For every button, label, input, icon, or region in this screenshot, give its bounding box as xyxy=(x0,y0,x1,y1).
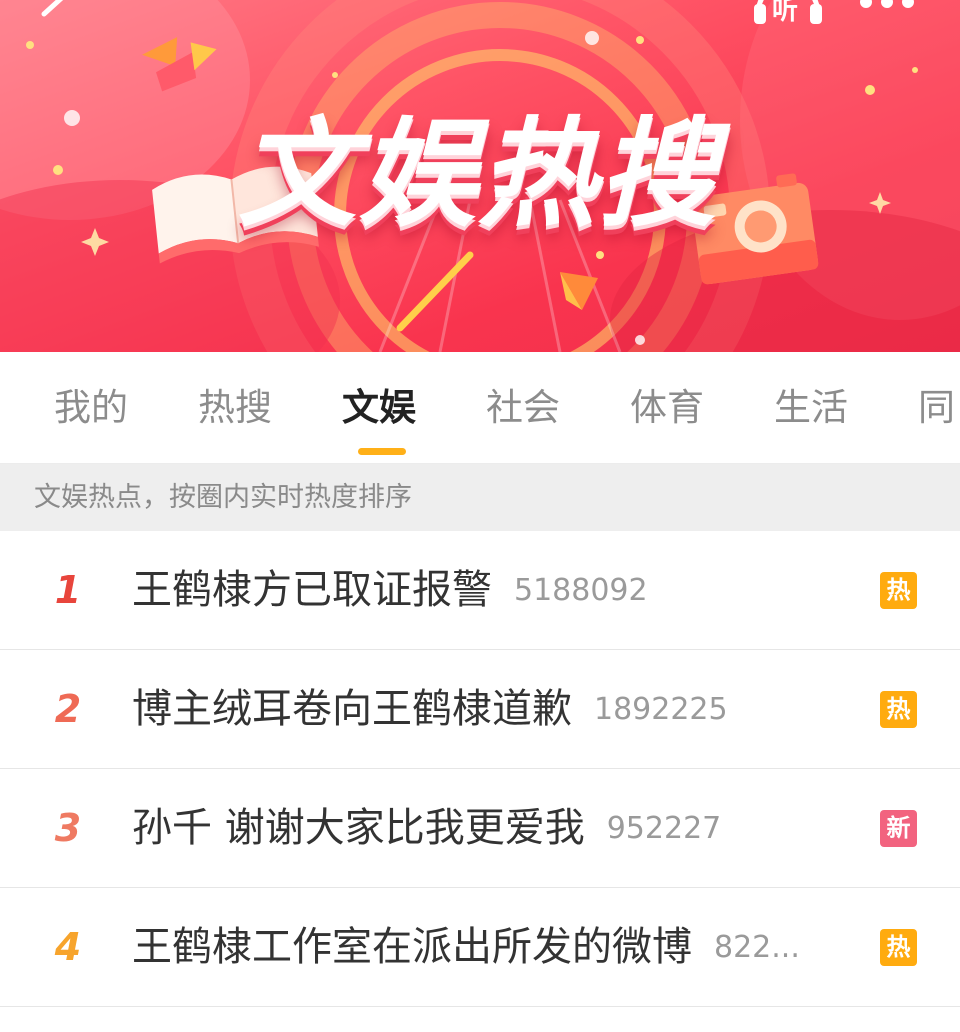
hot-badge: 热 xyxy=(880,691,917,728)
tab-mine[interactable]: 我的 xyxy=(54,380,128,436)
new-badge: 新 xyxy=(880,810,917,847)
tab-life[interactable]: 生活 xyxy=(774,380,848,436)
item-title: 博主绒耳卷向王鹤棣道歉 xyxy=(132,686,572,732)
more-button[interactable] xyxy=(852,0,922,14)
list-item[interactable]: 4 王鹤棣工作室在派出所发的微博 822... 热 xyxy=(0,888,960,1007)
item-title: 王鹤棣工作室在派出所发的微博 xyxy=(132,924,692,970)
banner: 听 文娱热搜 xyxy=(0,0,960,352)
back-arrow-icon xyxy=(41,0,64,17)
list-description-text: 文娱热点，按圈内实时热度排序 xyxy=(34,482,412,513)
more-dots-icon xyxy=(860,0,914,8)
rank-number: 2 xyxy=(54,687,82,731)
item-content: 博主绒耳卷向王鹤棣道歉 1892225 xyxy=(132,650,832,769)
hot-badge: 热 xyxy=(880,929,917,966)
hot-search-list: 1 王鹤棣方已取证报警 5188092 热 2 博主绒耳卷向王鹤棣道歉 189222… xyxy=(0,531,960,1007)
heat-count: 952227 xyxy=(606,811,722,846)
rank-number: 1 xyxy=(54,568,82,612)
list-description: 文娱热点，按圈内实时热度排序 xyxy=(0,464,960,531)
item-content: 王鹤棣方已取证报警 5188092 xyxy=(132,531,832,650)
heat-count: 1892225 xyxy=(594,692,728,727)
active-tab-indicator xyxy=(358,448,406,455)
heat-count: 5188092 xyxy=(514,573,648,608)
listen-label: 听 xyxy=(772,0,799,26)
category-tabs: 我的 热搜 文娱 社会 体育 生活 同 xyxy=(0,352,960,464)
item-title: 王鹤棣方已取证报警 xyxy=(132,567,492,613)
rank-number: 3 xyxy=(54,806,82,850)
tab-entertainment[interactable]: 文娱 xyxy=(342,380,416,436)
rank-number: 4 xyxy=(54,925,82,969)
heat-count: 822... xyxy=(714,930,800,965)
tab-society[interactable]: 社会 xyxy=(486,380,560,436)
item-title: 孙千 谢谢大家比我更爱我 xyxy=(132,805,585,851)
list-item[interactable]: 1 王鹤棣方已取证报警 5188092 热 xyxy=(0,531,960,650)
hot-badge: 热 xyxy=(880,572,917,609)
tab-hot[interactable]: 热搜 xyxy=(198,380,272,436)
listen-button[interactable]: 听 xyxy=(752,0,824,26)
list-item[interactable]: 2 博主绒耳卷向王鹤棣道歉 1892225 热 xyxy=(0,650,960,769)
item-content: 孙千 谢谢大家比我更爱我 952227 xyxy=(132,769,832,888)
back-button[interactable] xyxy=(26,0,76,34)
item-content: 王鹤棣工作室在派出所发的微博 822... xyxy=(132,888,832,1007)
list-item[interactable]: 3 孙千 谢谢大家比我更爱我 952227 新 xyxy=(0,769,960,888)
tab-more-partial[interactable]: 同 xyxy=(918,380,955,436)
tab-sports[interactable]: 体育 xyxy=(630,380,704,436)
banner-title: 文娱热搜 xyxy=(237,105,718,243)
